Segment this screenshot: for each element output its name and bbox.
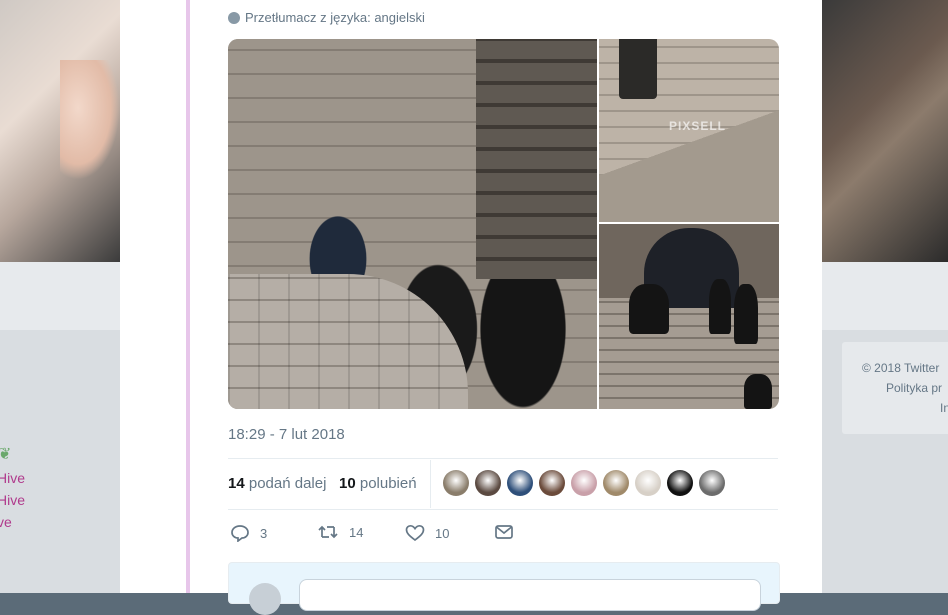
photo-doorway <box>619 39 657 99</box>
avatar[interactable] <box>507 470 533 496</box>
retweet-icon <box>318 525 338 539</box>
tweet-timestamp[interactable]: 18:29 - 7 lut 2018 <box>228 426 345 443</box>
header-photo-left <box>0 0 120 262</box>
media-photo-2[interactable]: PIXSELL <box>599 39 779 222</box>
footer-link-info[interactable]: In <box>940 401 948 415</box>
likes-count: 10 <box>339 475 356 492</box>
photo-figure <box>744 374 772 409</box>
stats-divider <box>430 460 431 508</box>
sidebar-link[interactable]: ve <box>0 514 12 530</box>
like-button[interactable]: 10 <box>405 524 449 542</box>
footer-box: © 2018 Twitter Polityka pr In <box>842 342 948 434</box>
reply-composer <box>228 562 780 615</box>
liked-by-avatars <box>443 470 725 496</box>
header-photo-right <box>822 0 948 262</box>
reply-count: 3 <box>260 525 268 541</box>
divider <box>228 509 778 510</box>
reply-input[interactable] <box>299 579 761 611</box>
profile-nav-band <box>0 262 120 330</box>
avatar[interactable] <box>603 470 629 496</box>
photo-tower <box>476 39 597 279</box>
avatar[interactable] <box>539 470 565 496</box>
retweet-button[interactable]: 14 <box>317 524 363 540</box>
leaf-icon: ❦ <box>0 446 12 463</box>
footer-copyright: © 2018 Twitter <box>862 361 940 375</box>
photo-wall <box>228 274 468 409</box>
photo-watermark: PIXSELL <box>669 119 727 133</box>
reply-button[interactable]: 3 <box>230 524 267 542</box>
avatar[interactable] <box>635 470 661 496</box>
direct-message-button[interactable] <box>494 524 514 540</box>
translate-tweet-link[interactable]: Przetłumacz z języka: angielski <box>228 10 425 25</box>
photo-figure <box>709 279 731 334</box>
mail-icon <box>495 525 513 539</box>
media-photo-3[interactable] <box>599 224 779 409</box>
avatar[interactable] <box>699 470 725 496</box>
translate-label: Przetłumacz z języka: angielski <box>245 10 425 25</box>
avatar[interactable] <box>475 470 501 496</box>
retweet-count: 14 <box>349 524 364 540</box>
sidebar-link[interactable]: Hive <box>0 470 25 486</box>
globe-icon <box>228 11 240 24</box>
likes-label: polubień <box>359 475 417 492</box>
like-count: 10 <box>435 525 450 541</box>
heart-icon <box>405 524 425 542</box>
avatar[interactable] <box>443 470 469 496</box>
sidebar-link[interactable]: Hive <box>0 492 25 508</box>
retweets-label: podań dalej <box>248 475 327 492</box>
photo-figure <box>629 284 669 334</box>
reply-icon <box>231 525 249 542</box>
media-photo-1[interactable] <box>228 39 597 409</box>
likes-stat[interactable]: 10 polubień <box>339 475 417 492</box>
footer-link-privacy[interactable]: Polityka pr <box>886 381 942 395</box>
retweets-stat[interactable]: 14 podań dalej <box>228 475 326 492</box>
user-avatar <box>249 583 281 615</box>
page-background-left <box>0 330 120 593</box>
avatar[interactable] <box>667 470 693 496</box>
tweet-media-grid: PIXSELL <box>228 39 779 409</box>
photo-figure <box>734 284 758 344</box>
profile-nav-band-right <box>822 262 948 330</box>
avatar[interactable] <box>571 470 597 496</box>
divider <box>228 458 778 459</box>
retweets-count: 14 <box>228 475 245 492</box>
conversation-thread-line <box>186 0 190 593</box>
